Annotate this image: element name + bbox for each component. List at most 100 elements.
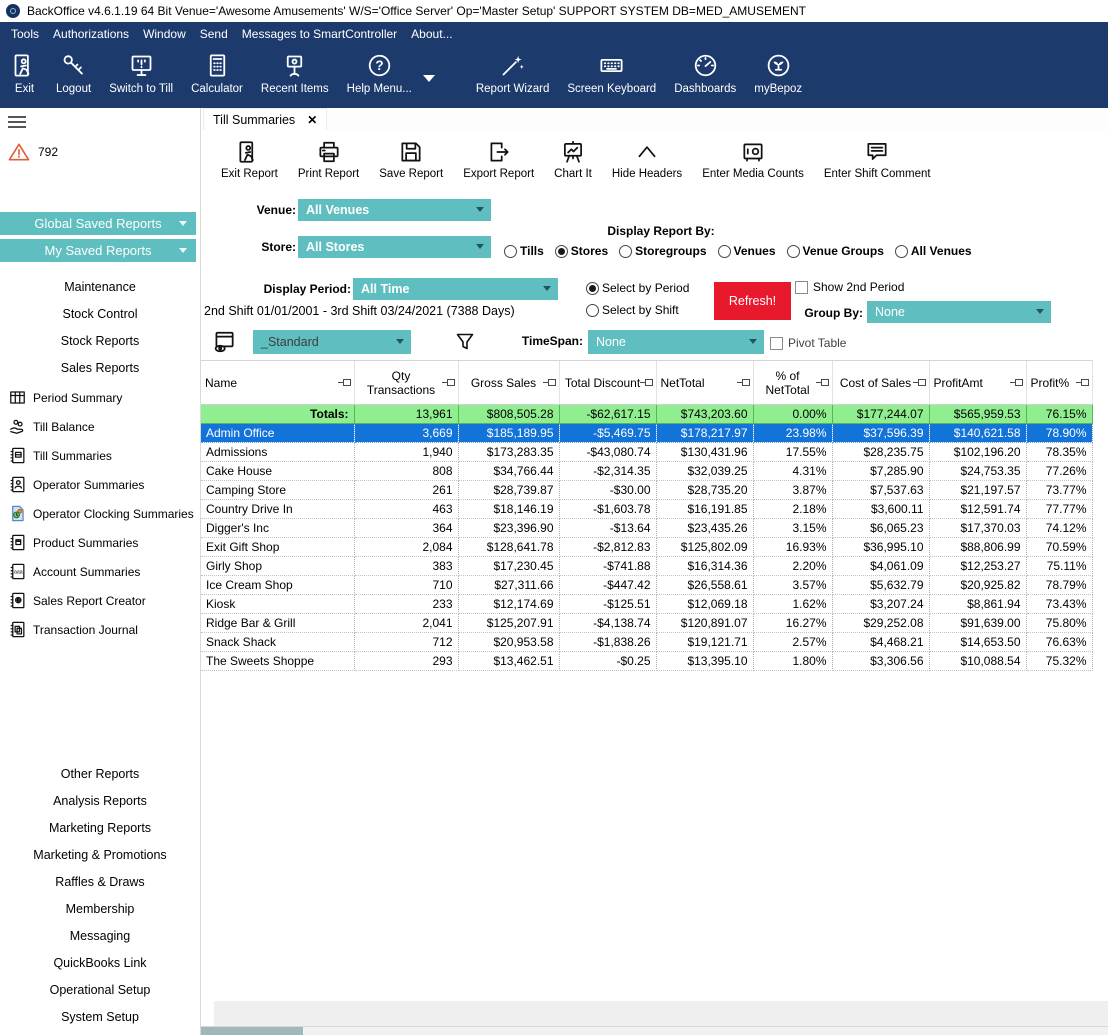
column-header-qty-transactions[interactable]: Qty Transactions <box>354 361 459 405</box>
report-layout-icon[interactable] <box>211 329 237 355</box>
radio-select-by-shift[interactable]: Select by Shift <box>586 303 679 317</box>
toolbar-button-help-menu[interactable]: ? Help Menu... <box>338 45 421 95</box>
sidebar-item-stock-control[interactable]: Stock Control <box>0 300 200 327</box>
report-toolbar-button-chart-it[interactable]: Chart It <box>544 130 602 194</box>
sidebar-item-other-reports[interactable]: Other Reports <box>0 760 200 787</box>
horizontal-scrollbar[interactable] <box>201 1026 1108 1035</box>
filter-funnel-icon[interactable] <box>453 330 477 354</box>
sidebar-item-operator-summaries[interactable]: Operator Summaries <box>0 470 200 499</box>
menu-item-tools[interactable]: Tools <box>4 27 46 41</box>
column-header-profitamt[interactable]: ProfitAmt <box>929 361 1027 405</box>
sidebar-item-membership[interactable]: Membership <box>0 895 200 922</box>
sidebar-item-sales-report-creator[interactable]: Sales Report Creator <box>0 586 200 615</box>
radio-select-by-period[interactable]: Select by Period <box>586 281 689 295</box>
column-header-of-nettotal[interactable]: % of NetTotal <box>753 361 833 405</box>
sidebar-item-account-summaries[interactable]: aaa Account Summaries <box>0 557 200 586</box>
menu-item-messages-to-smartcontroller[interactable]: Messages to SmartController <box>235 27 404 41</box>
menu-item-about[interactable]: About... <box>404 27 459 41</box>
sidebar-item-maintenance[interactable]: Maintenance <box>0 273 200 300</box>
sidebar-item-operational-setup[interactable]: Operational Setup <box>0 976 200 1003</box>
sidebar-item-marketing-reports[interactable]: Marketing Reports <box>0 814 200 841</box>
table-row[interactable]: Ice Cream Shop 710 $27,311.66 -$447.42 $26,5… <box>201 575 1093 595</box>
chevron-down-icon[interactable] <box>422 75 435 82</box>
table-row[interactable]: Ridge Bar & Grill 2,041 $125,207.91 -$4,138… <box>201 613 1093 633</box>
column-pin-icon[interactable] <box>542 378 556 386</box>
sidebar-item-transaction-journal[interactable]: Transaction Journal <box>0 615 200 644</box>
column-header-total-discount[interactable]: Total Discount <box>559 361 657 405</box>
radio-venues[interactable]: Venues <box>717 244 776 258</box>
column-pin-icon[interactable] <box>337 378 351 386</box>
radio-tills[interactable]: Tills <box>504 244 544 258</box>
sidebar-item-stock-reports[interactable]: Stock Reports <box>0 327 200 354</box>
sidebar-item-till-summaries[interactable]: Till Summaries <box>0 441 200 470</box>
show-2nd-period-checkbox[interactable]: Show 2nd Period <box>795 280 904 294</box>
table-row[interactable]: Country Drive In 463 $18,146.19 -$1,603.78 $… <box>201 499 1093 519</box>
toolbar-button-switch-to-till[interactable]: Switch to Till <box>100 45 182 95</box>
sidebar-item-messaging[interactable]: Messaging <box>0 922 200 949</box>
table-row[interactable]: Girly Shop 383 $17,230.45 -$741.88 $16,314.3… <box>201 556 1093 576</box>
sidebar-item-operator-clocking-summaries[interactable]: Operator Clocking Summaries <box>0 499 200 528</box>
column-header-cost-of-sales[interactable]: Cost of Sales <box>832 361 930 405</box>
sidebar-item-till-balance[interactable]: Till Balance <box>0 412 200 441</box>
table-row[interactable]: Cake House 808 $34,766.44 -$2,314.35 $32,039… <box>201 461 1093 481</box>
report-toolbar-button-print-report[interactable]: Print Report <box>288 130 369 194</box>
layout-select[interactable]: _Standard <box>253 330 411 354</box>
store-select[interactable]: All Stores <box>298 236 491 258</box>
sidebar-item-sales-reports[interactable]: Sales Reports <box>0 354 200 381</box>
column-pin-icon[interactable] <box>1075 378 1089 386</box>
table-row[interactable]: Kiosk 233 $12,174.69 -$125.51 $12,069.18 1.62… <box>201 594 1093 614</box>
sidebar-item-marketing-promotions[interactable]: Marketing & Promotions <box>0 841 200 868</box>
table-row[interactable]: Admin Office 3,669 $185,189.95 -$5,469.75 $1… <box>201 423 1093 443</box>
column-pin-icon[interactable] <box>1009 378 1023 386</box>
timespan-select[interactable]: None <box>588 330 764 354</box>
column-header-profit[interactable]: Profit% <box>1026 361 1093 405</box>
pivot-table-checkbox[interactable]: Pivot Table <box>770 336 846 350</box>
column-pin-icon[interactable] <box>639 378 653 386</box>
sidebar-item-analysis-reports[interactable]: Analysis Reports <box>0 787 200 814</box>
toolbar-button-exit[interactable]: Exit <box>2 45 47 95</box>
table-row[interactable]: Exit Gift Shop 2,084 $128,641.78 -$2,812.83… <box>201 537 1093 557</box>
report-toolbar-button-enter-shift-comment[interactable]: Enter Shift Comment <box>814 130 941 194</box>
column-pin-icon[interactable] <box>815 378 829 386</box>
radio-all-venues[interactable]: All Venues <box>894 244 972 258</box>
venue-select[interactable]: All Venues <box>298 199 491 221</box>
column-pin-icon[interactable] <box>736 378 750 386</box>
sidebar-item-period-summary[interactable]: Period Summary <box>0 383 200 412</box>
column-header-name[interactable]: Name <box>201 361 355 405</box>
column-pin-icon[interactable] <box>441 378 455 386</box>
radio-storegroups[interactable]: Storegroups <box>619 244 707 258</box>
toolbar-button-dashboards[interactable]: Dashboards <box>665 45 745 95</box>
sidebar-item-quickbooks-link[interactable]: QuickBooks Link <box>0 949 200 976</box>
sidebar-item-raffles-draws[interactable]: Raffles & Draws <box>0 868 200 895</box>
report-toolbar-button-exit-report[interactable]: Exit Report <box>211 130 288 194</box>
menu-item-window[interactable]: Window <box>136 27 193 41</box>
table-row[interactable]: Camping Store 261 $28,739.87 -$30.00 $28,735… <box>201 480 1093 500</box>
report-toolbar-button-export-report[interactable]: Export Report <box>453 130 544 194</box>
toolbar-button-mybepoz[interactable]: myBepoz <box>745 45 811 95</box>
radio-venue-groups[interactable]: Venue Groups <box>786 244 884 258</box>
hamburger-menu-icon[interactable] <box>8 116 26 128</box>
sidebar-item-system-setup[interactable]: System Setup <box>0 1003 200 1030</box>
report-toolbar-button-enter-media-counts[interactable]: Enter Media Counts <box>692 130 814 194</box>
group-by-select[interactable]: None <box>867 301 1051 323</box>
menu-item-send[interactable]: Send <box>193 27 235 41</box>
column-pin-icon[interactable] <box>912 378 926 386</box>
toolbar-button-logout[interactable]: Logout <box>47 45 100 95</box>
tab-till-summaries[interactable]: Till Summaries ✕ <box>203 108 328 130</box>
refresh-button[interactable]: Refresh! <box>714 282 791 320</box>
report-toolbar-button-hide-headers[interactable]: Hide Headers <box>602 130 692 194</box>
toolbar-button-screen-keyboard[interactable]: Screen Keyboard <box>558 45 665 95</box>
sidebar-item-product-summaries[interactable]: Product Summaries <box>0 528 200 557</box>
scrollbar-thumb[interactable] <box>201 1027 303 1035</box>
column-header-nettotal[interactable]: NetTotal <box>656 361 754 405</box>
toolbar-button-report-wizard[interactable]: Report Wizard <box>467 45 559 95</box>
display-period-select[interactable]: All Time <box>353 278 558 300</box>
column-header-gross-sales[interactable]: Gross Sales <box>458 361 560 405</box>
table-row[interactable]: Admissions 1,940 $173,283.35 -$43,080.74 $13… <box>201 442 1093 462</box>
report-toolbar-button-save-report[interactable]: Save Report <box>369 130 453 194</box>
toolbar-button-calculator[interactable]: Calculator <box>182 45 252 95</box>
radio-stores[interactable]: Stores <box>554 244 608 258</box>
table-row[interactable]: Snack Shack 712 $20,953.58 -$1,838.26 $19,12… <box>201 632 1093 652</box>
sidebar-button-global-saved-reports[interactable]: Global Saved Reports <box>0 212 196 235</box>
table-row[interactable]: The Sweets Shoppe 293 $13,462.51 -$0.25 $13,… <box>201 651 1093 671</box>
